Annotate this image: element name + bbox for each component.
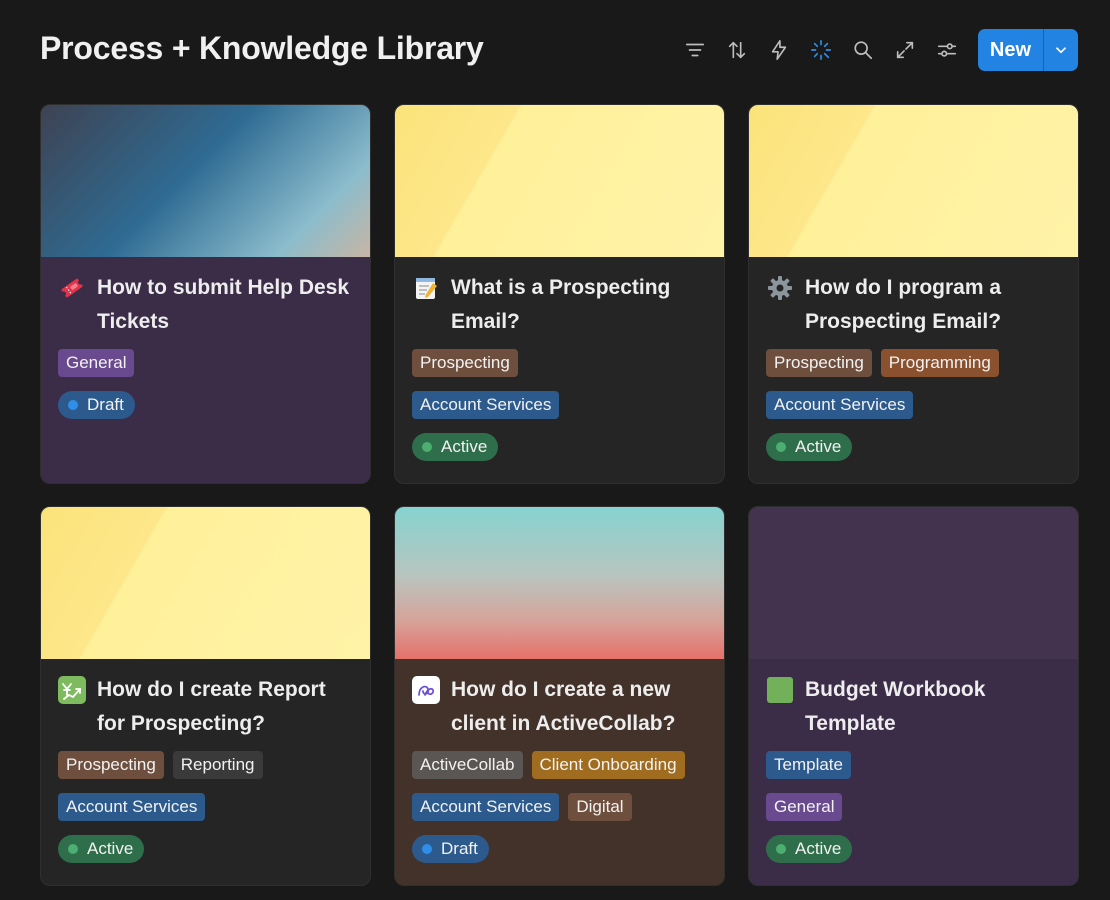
card-cover [41,105,370,257]
tag-reporting: Reporting [172,751,263,779]
header: Process + Knowledge Library New [0,0,1110,100]
card-cover [749,105,1078,257]
status-dot [776,442,786,452]
status-badge: Active [412,433,499,461]
filter-icon [685,43,704,57]
expand-button[interactable] [884,29,926,71]
sliders-icon [937,43,956,57]
tag-client-onboarding: Client Onboarding [531,751,685,779]
chevron-down-icon [1055,47,1067,54]
tag-programming: Programming [880,349,999,377]
card-title: Budget Workbook Template [805,678,986,735]
gallery-card[interactable]: How do I create a new client in ActiveCo… [394,506,725,886]
new-button[interactable]: New [978,29,1043,71]
filter-button[interactable] [674,29,716,71]
status-dot [68,844,78,854]
card-tags: ActiveCollab Client Onboarding Account S… [412,751,707,877]
tag-prospecting: Prospecting [58,751,164,779]
card-title: How do I create a new client in ActiveCo… [451,678,676,735]
ai-autofill-button[interactable] [800,29,842,71]
card-cover [41,507,370,659]
gallery-card[interactable]: How do I create Report for Prospecting? … [40,506,371,886]
sort-icon [728,41,746,59]
card-tags: Prospecting Account Services Active [412,349,707,475]
card-tags: Template General Active [766,751,1061,877]
tag-account-services: Account Services [412,391,560,419]
status-label: Draft [441,839,478,858]
status-label: Draft [87,395,124,414]
memo-icon [412,274,440,302]
gallery-card[interactable]: What is a Prospecting Email? Prospecting… [394,104,725,484]
automations-button[interactable] [758,29,800,71]
new-split-button: New [977,29,1078,71]
tag-account-services: Account Services [58,793,206,821]
sparkle-wand-icon [810,40,831,60]
status-badge: Draft [412,835,489,863]
ticket-icon [58,274,86,302]
status-label: Active [87,839,134,858]
activecollab-logo-icon [412,676,440,704]
expand-icon [896,41,914,59]
gallery-card[interactable]: How to submit Help Desk Tickets General … [40,104,371,484]
tag-activecollab: ActiveCollab [412,751,523,779]
card-title: How do I program a Prospecting Email? [805,276,1002,333]
new-dropdown-button[interactable] [1043,29,1078,71]
gallery-grid: How to submit Help Desk Tickets General … [40,104,1080,890]
card-title: How to submit Help Desk Tickets [97,276,350,333]
status-badge: Active [766,835,853,863]
tag-digital: Digital [568,793,632,821]
tag-prospecting: Prospecting [766,349,872,377]
status-label: Active [795,437,842,456]
status-dot [776,844,786,854]
card-title: What is a Prospecting Email? [451,276,671,333]
gallery-card[interactable]: Budget Workbook Template Template Genera… [748,506,1079,886]
green-square-icon [766,676,794,704]
chart-yen-icon [58,676,86,704]
tag-template: Template [766,751,851,779]
status-dot [422,844,432,854]
tag-prospecting: Prospecting [412,349,518,377]
settings-button[interactable] [926,29,968,71]
tag-account-services: Account Services [766,391,914,419]
gallery-card[interactable]: How do I program a Prospecting Email? Pr… [748,104,1079,484]
status-dot [422,442,432,452]
card-cover [395,507,724,659]
status-dot [68,400,78,410]
card-tags: General Draft [58,349,353,433]
lightning-icon [771,40,787,60]
status-badge: Active [58,835,145,863]
status-badge: Draft [58,391,135,419]
gear-icon [766,274,794,302]
tag-general: General [766,793,843,821]
tag-general: General [58,349,135,377]
page-title: Process + Knowledge Library [40,30,484,66]
status-label: Active [795,839,842,858]
card-tags: Prospecting Reporting Account Services A… [58,751,353,877]
search-button[interactable] [842,29,884,71]
toolbar: New [674,29,1078,71]
status-label: Active [441,437,488,456]
card-cover [749,507,1078,659]
card-title: How do I create Report for Prospecting? [97,678,326,735]
card-tags: Prospecting Programming Account Services… [766,349,1061,475]
card-cover [395,105,724,257]
sort-button[interactable] [716,29,758,71]
status-badge: Active [766,433,853,461]
tag-account-services: Account Services [412,793,560,821]
search-icon [854,41,872,60]
